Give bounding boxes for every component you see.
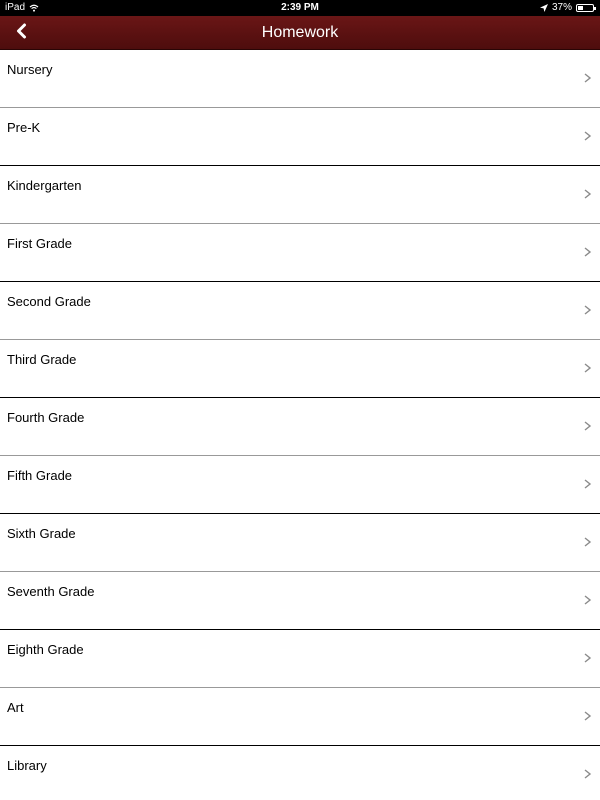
status-time: 2:39 PM — [281, 2, 319, 13]
list-item-label: Fifth Grade — [7, 468, 73, 483]
grade-list: Nursery Pre-K Kindergarten First Grade Secon… — [0, 50, 600, 800]
chevron-right-icon — [583, 362, 592, 374]
chevron-right-icon — [583, 304, 592, 316]
list-item-label: Library — [7, 758, 47, 773]
list-item-label: Second Grade — [7, 294, 91, 309]
chevron-right-icon — [583, 594, 592, 606]
chevron-right-icon — [583, 72, 592, 84]
list-item[interactable]: Pre-K — [0, 108, 600, 166]
list-item-label: Fourth Grade — [7, 410, 85, 425]
navigation-bar: Homework — [0, 16, 600, 50]
chevron-right-icon — [583, 130, 592, 142]
back-button[interactable] — [10, 21, 32, 45]
list-item-label: Seventh Grade — [7, 584, 95, 599]
list-item[interactable]: Nursery — [0, 50, 600, 108]
list-item[interactable]: Fourth Grade — [0, 398, 600, 456]
battery-percent: 37% — [551, 2, 572, 13]
list-item[interactable]: Art — [0, 688, 600, 746]
list-item[interactable]: Kindergarten — [0, 166, 600, 224]
list-item-label: Pre-K — [7, 120, 41, 135]
list-item[interactable]: Sixth Grade — [0, 514, 600, 572]
list-item-label: First Grade — [7, 236, 73, 251]
list-item[interactable]: First Grade — [0, 224, 600, 282]
chevron-right-icon — [583, 536, 592, 548]
list-item[interactable]: Second Grade — [0, 282, 600, 340]
battery-icon — [576, 4, 596, 12]
status-right: 37% — [539, 0, 596, 16]
list-item-label: Art — [7, 700, 24, 715]
chevron-right-icon — [583, 188, 592, 200]
list-item-label: Third Grade — [7, 352, 77, 367]
chevron-right-icon — [583, 420, 592, 432]
location-icon — [539, 4, 548, 12]
status-bar: iPad 2:39 PM 37% — [0, 0, 600, 16]
list-item-label: Nursery — [7, 62, 53, 77]
list-item[interactable]: Third Grade — [0, 340, 600, 398]
list-item[interactable]: Library — [0, 746, 600, 800]
list-item-label: Eighth Grade — [7, 642, 84, 657]
list-item[interactable]: Fifth Grade — [0, 456, 600, 514]
chevron-right-icon — [583, 478, 592, 490]
list-item-label: Sixth Grade — [7, 526, 76, 541]
list-item[interactable]: Eighth Grade — [0, 630, 600, 688]
chevron-right-icon — [583, 768, 592, 780]
list-item[interactable]: Seventh Grade — [0, 572, 600, 630]
chevron-right-icon — [583, 652, 592, 664]
list-item-label: Kindergarten — [7, 178, 82, 193]
battery-fill — [578, 6, 584, 10]
chevron-right-icon — [583, 246, 592, 258]
chevron-left-icon — [15, 23, 27, 44]
page-title: Homework — [261, 24, 339, 41]
chevron-right-icon — [583, 710, 592, 722]
